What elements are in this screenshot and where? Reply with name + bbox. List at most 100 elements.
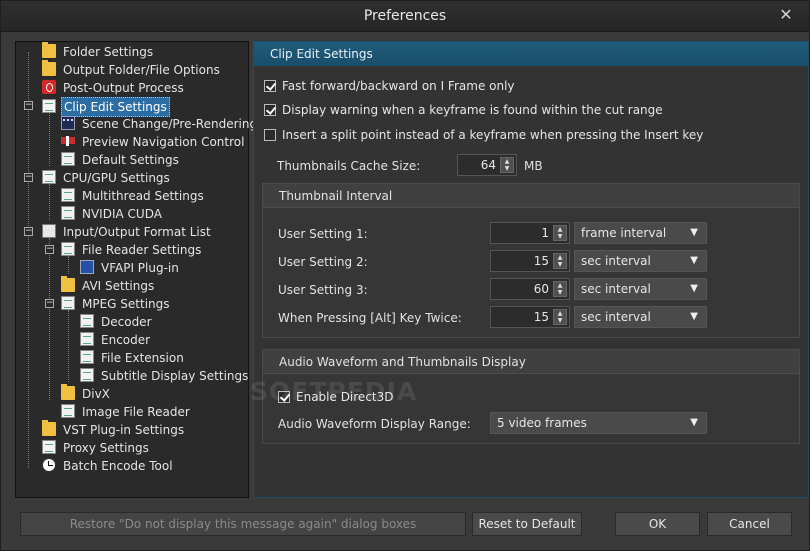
document-icon (80, 350, 94, 364)
cancel-button[interactable]: Cancel (707, 512, 792, 536)
tree-item-file-extension[interactable]: File Extension (80, 349, 186, 367)
user-setting-2-unit-select[interactable]: sec interval ▼ (574, 250, 707, 272)
folder-icon (42, 42, 56, 58)
user-setting-2-label: User Setting 2: (278, 255, 368, 269)
split-point-checkbox-row[interactable]: Insert a split point instead of a keyfra… (264, 127, 703, 143)
tree-item-io-format[interactable]: Input/Output Format List (42, 223, 213, 241)
tree-connector (49, 184, 50, 220)
document-icon (42, 440, 56, 454)
chevron-down-icon: ▼ (690, 255, 698, 266)
document-icon (80, 314, 94, 328)
document-icon (42, 99, 56, 113)
user-setting-1-stepper[interactable]: 1 ▲ ▼ (490, 222, 570, 244)
title-bar: Preferences ✕ (1, 1, 809, 32)
tree-item-image-reader[interactable]: Image File Reader (61, 403, 192, 421)
tree-item-default-settings[interactable]: Default Settings (61, 151, 181, 169)
reset-default-button[interactable]: Reset to Default (472, 512, 582, 536)
fast-forward-checkbox-row[interactable]: Fast forward/backward on I Frame only (264, 78, 515, 94)
stepper-arrows-icon[interactable]: ▲ ▼ (553, 253, 567, 269)
monitor-icon (80, 260, 94, 274)
tree-item-scene-change[interactable]: Scene Change/Pre-Rendering (61, 115, 259, 133)
chevron-down-icon: ▼ (690, 417, 698, 428)
document-icon (61, 404, 75, 418)
fast-forward-checkbox[interactable] (264, 80, 276, 92)
keyframe-warning-checkbox-row[interactable]: Display warning when a keyframe is found… (264, 102, 663, 118)
user-setting-3-label: User Setting 3: (278, 283, 368, 297)
tree-item-divx[interactable]: DivX (61, 384, 112, 403)
cache-size-unit: MB (524, 159, 543, 173)
alt-key-twice-stepper[interactable]: 15 ▲ ▼ (490, 306, 570, 328)
thumbnail-interval-group: Thumbnail Interval User Setting 1: 1 ▲ ▼ … (262, 183, 800, 338)
tree-item-mpeg[interactable]: MPEG Settings (61, 295, 172, 313)
document-icon (42, 170, 56, 184)
collapse-icon[interactable]: − (45, 299, 54, 308)
alt-key-twice-unit-select[interactable]: sec interval ▼ (574, 306, 707, 328)
list-icon (42, 224, 56, 238)
tree-item-nvidia-cuda[interactable]: NVIDIA CUDA (61, 205, 164, 223)
folder-doc-icon (42, 60, 56, 76)
tree-item-subtitle[interactable]: Subtitle Display Settings (80, 367, 250, 385)
tree-item-decoder[interactable]: Decoder (80, 313, 154, 331)
document-icon (61, 206, 75, 220)
document-icon (61, 188, 75, 202)
tree-item-preview-nav[interactable]: Preview Navigation Control (61, 133, 246, 151)
collapse-icon[interactable]: − (24, 173, 33, 182)
tree-item-output-folder[interactable]: Output Folder/File Options (42, 60, 222, 79)
tree-item-encoder[interactable]: Encoder (80, 331, 152, 349)
split-point-checkbox[interactable] (264, 129, 276, 141)
restore-dialogs-button[interactable]: Restore "Do not display this message aga… (20, 512, 466, 536)
tree-item-cpu-gpu[interactable]: CPU/GPU Settings (42, 169, 172, 187)
tree-item-proxy[interactable]: Proxy Settings (42, 439, 151, 457)
navigation-icon (61, 134, 75, 148)
preferences-window: Preferences ✕ Folder Settings Output Fol… (0, 0, 810, 551)
tree-item-vst[interactable]: VST Plug-in Settings (42, 420, 186, 439)
collapse-icon[interactable]: − (45, 245, 54, 254)
document-icon (80, 368, 94, 382)
folder-doc-icon (61, 276, 75, 292)
document-icon (61, 296, 75, 310)
user-setting-2-stepper[interactable]: 15 ▲ ▼ (490, 250, 570, 272)
folder-doc-icon (42, 420, 56, 436)
waveform-range-label: Audio Waveform Display Range: (278, 417, 471, 431)
window-title: Preferences (363, 8, 447, 24)
settings-panel: Clip Edit Settings Fast forward/backward… (253, 41, 809, 498)
tree-item-avi[interactable]: AVI Settings (61, 276, 156, 295)
settings-tree[interactable]: Folder Settings Output Folder/File Optio… (15, 41, 257, 498)
chevron-down-icon: ▼ (690, 283, 698, 294)
user-setting-3-unit-select[interactable]: sec interval ▼ (574, 278, 707, 300)
user-setting-3-stepper[interactable]: 60 ▲ ▼ (490, 278, 570, 300)
collapse-icon[interactable]: − (24, 227, 33, 236)
power-icon (42, 80, 56, 94)
watermark: SOFTPEDIA (250, 377, 418, 406)
stepper-arrows-icon[interactable]: ▲ ▼ (553, 281, 567, 297)
stepper-arrows-icon[interactable]: ▲ ▼ (553, 225, 567, 241)
tree-item-folder-settings[interactable]: Folder Settings (42, 42, 155, 61)
panel-title: Clip Edit Settings (254, 42, 808, 66)
user-setting-1-unit-select[interactable]: frame interval ▼ (574, 222, 707, 244)
keyframe-warning-checkbox[interactable] (264, 104, 276, 116)
tree-item-multithread[interactable]: Multithread Settings (61, 187, 206, 205)
document-icon (61, 242, 75, 256)
chevron-down-icon: ▼ (690, 227, 698, 238)
waveform-range-select[interactable]: 5 video frames ▼ (490, 412, 707, 434)
user-setting-1-label: User Setting 1: (278, 227, 368, 241)
stepper-arrows-icon[interactable]: ▲ ▼ (500, 157, 514, 173)
filmstrip-icon (61, 116, 75, 130)
document-icon (61, 152, 75, 166)
tree-item-vfapi[interactable]: VFAPI Plug-in (80, 259, 181, 277)
folder-doc-icon (61, 384, 75, 400)
tree-connector (49, 112, 50, 166)
document-icon (80, 332, 94, 346)
tree-connector (68, 310, 69, 382)
tree-item-batch-encode[interactable]: Batch Encode Tool (42, 457, 175, 475)
stepper-arrows-icon[interactable]: ▲ ▼ (553, 309, 567, 325)
clock-icon (42, 458, 56, 472)
close-icon[interactable]: ✕ (777, 6, 795, 24)
cache-size-stepper[interactable]: 64 ▲ ▼ (457, 154, 517, 176)
ok-button[interactable]: OK (615, 512, 700, 536)
tree-item-post-output[interactable]: Post-Output Process (42, 79, 186, 97)
tree-item-file-reader[interactable]: File Reader Settings (61, 241, 203, 259)
tree-item-clip-edit[interactable]: Clip Edit Settings (42, 97, 170, 117)
audio-waveform-title: Audio Waveform and Thumbnails Display (263, 350, 799, 374)
collapse-icon[interactable]: − (24, 101, 33, 110)
